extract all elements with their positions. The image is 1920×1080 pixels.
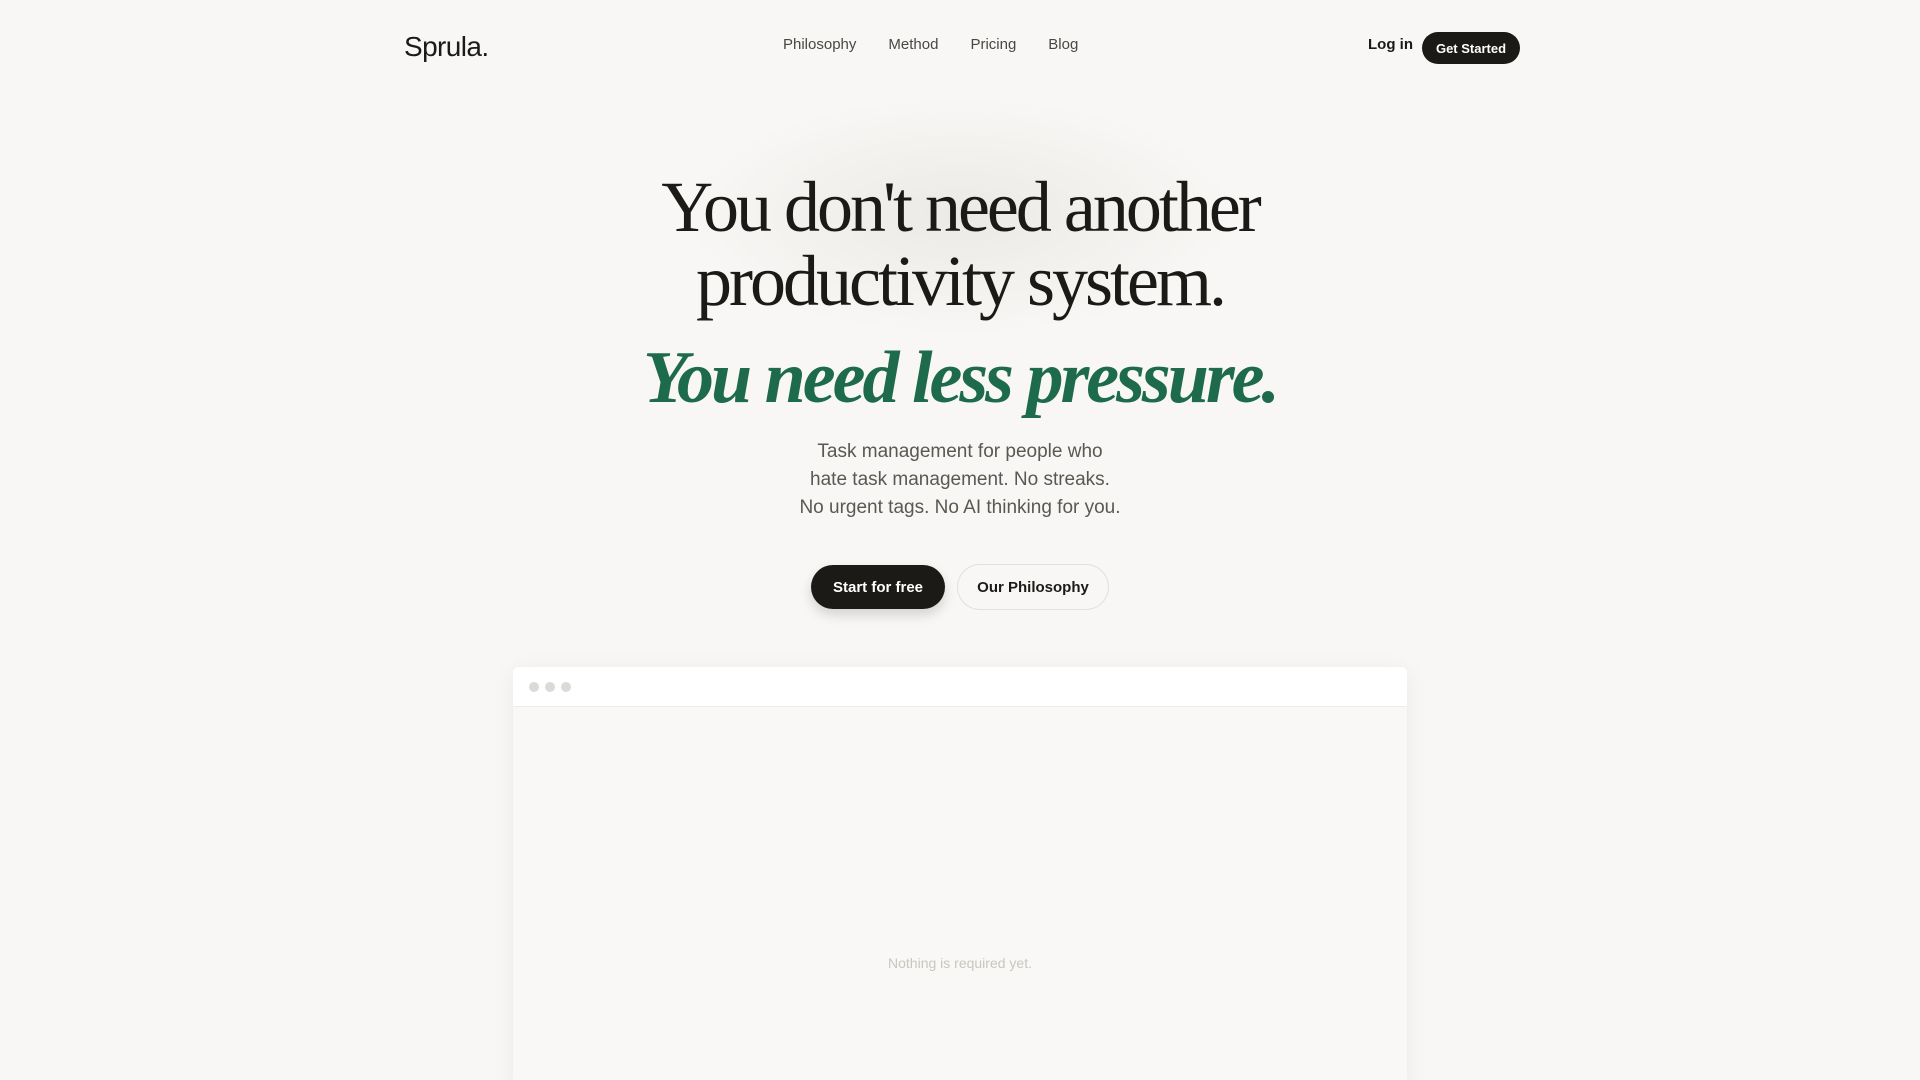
window-dot-icon xyxy=(561,682,571,692)
window-dot-icon xyxy=(545,682,555,692)
landing-page: Sprula. Philosophy Method Pricing Blog L… xyxy=(0,0,1920,1080)
start-for-free-button[interactable]: Start for free xyxy=(811,565,945,609)
brand-logo[interactable]: Sprula. xyxy=(404,31,489,63)
window-dot-icon xyxy=(529,682,539,692)
app-preview-window: Nothing is required yet. xyxy=(513,667,1407,1080)
description-line-3: No urgent tags. No AI thinking for you. xyxy=(799,497,1121,518)
nav-item-blog[interactable]: Blog xyxy=(1048,36,1078,53)
preview-title-bar xyxy=(513,667,1407,707)
site-header: Sprula. Philosophy Method Pricing Blog L… xyxy=(0,0,1920,96)
hero-subheadline: You need less pressure. xyxy=(642,337,1280,419)
our-philosophy-button[interactable]: Our Philosophy xyxy=(957,564,1109,610)
hero-description: Task management for people who hate task… xyxy=(760,438,1160,522)
main-nav: Philosophy Method Pricing Blog xyxy=(783,36,1078,53)
empty-state-text: Nothing is required yet. xyxy=(888,955,1032,971)
nav-item-pricing[interactable]: Pricing xyxy=(970,36,1016,53)
description-line-1: Task management for people who xyxy=(817,441,1103,462)
headline-line-1: You don't need another xyxy=(661,167,1262,247)
get-started-button[interactable]: Get Started xyxy=(1422,32,1520,64)
headline-line-2: productivity system. xyxy=(696,241,1227,321)
nav-item-philosophy[interactable]: Philosophy xyxy=(783,36,856,53)
description-line-2: hate task management. No streaks. xyxy=(810,469,1110,490)
hero-headline: You don't need another productivity syst… xyxy=(460,170,1460,318)
login-link[interactable]: Log in xyxy=(1368,36,1413,53)
nav-item-method[interactable]: Method xyxy=(888,36,938,53)
